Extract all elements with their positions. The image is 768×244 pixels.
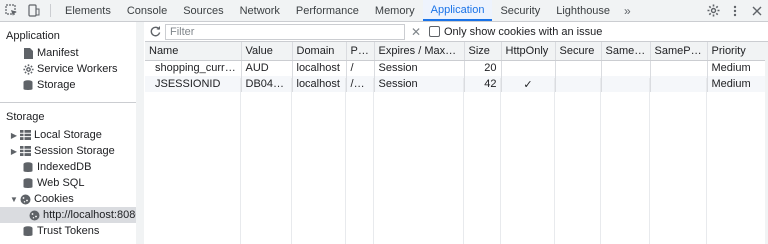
sidebar-item-label: Storage <box>37 79 76 91</box>
column-header-name[interactable]: Name <box>145 42 242 61</box>
cookie-icon <box>28 209 40 221</box>
sidebar-item-label: Local Storage <box>34 129 102 141</box>
column-header-expires[interactable]: Expires / Max-Age <box>374 42 465 61</box>
table-header-row: Name Value Domain Path Expires / Max-Age… <box>145 42 766 61</box>
sidebar-item-storage[interactable]: Storage <box>0 77 143 93</box>
sidebar-item-manifest[interactable]: Manifest <box>0 45 143 61</box>
column-header-httponly[interactable]: HttpOnly <box>501 42 556 61</box>
expand-arrow-icon[interactable]: ▶ <box>9 147 19 156</box>
table-row[interactable]: shopping_currency AUD localhost / Sessio… <box>145 60 766 76</box>
settings-gear-icon[interactable] <box>702 0 724 21</box>
clear-cookies-icon[interactable]: ✕ <box>405 25 427 39</box>
column-header-domain[interactable]: Domain <box>292 42 347 61</box>
sidebar-item-label: Cookies <box>34 193 74 205</box>
database-icon <box>22 225 34 237</box>
cell-domain: localhost <box>292 60 347 76</box>
sidebar-item-session-storage[interactable]: ▶ Session Storage <box>0 143 143 159</box>
inspect-element-icon[interactable] <box>0 0 22 21</box>
sidebar-item-cookies[interactable]: ▼ Cookies <box>0 191 143 207</box>
cell-sameparty <box>650 60 708 76</box>
sidebar-item-indexeddb[interactable]: IndexedDB <box>0 159 143 175</box>
collapse-arrow-icon[interactable]: ▼ <box>9 195 19 204</box>
sidebar-storage-header: Storage <box>6 111 45 123</box>
only-issue-checkbox[interactable] <box>429 26 440 37</box>
more-tabs-chevron-icon[interactable]: » <box>618 0 637 21</box>
sidebar-divider <box>0 102 143 103</box>
sidebar-item-label: IndexedDB <box>37 161 92 173</box>
document-icon <box>22 47 34 59</box>
sidebar-item-label: Trust Tokens <box>37 225 100 237</box>
database-icon <box>22 161 34 173</box>
column-header-samesite[interactable]: SameSite <box>601 42 651 61</box>
close-devtools-icon[interactable] <box>746 0 768 21</box>
toolbar-separator <box>50 4 51 17</box>
tab-memory[interactable]: Memory <box>367 0 423 21</box>
expand-arrow-icon[interactable]: ▶ <box>9 131 19 140</box>
tab-console[interactable]: Console <box>119 0 175 21</box>
column-header-secure[interactable]: Secure <box>555 42 602 61</box>
grid-icon <box>19 145 31 157</box>
sidebar-item-web-sql[interactable]: Web SQL <box>0 175 143 191</box>
sidebar-item-label: Web SQL <box>37 177 85 189</box>
only-issue-label: Only show cookies with an issue <box>444 25 603 38</box>
sidebar-item-label: http://localhost:8080 <box>43 209 142 221</box>
tab-network[interactable]: Network <box>232 0 288 21</box>
cell-httponly <box>501 60 556 76</box>
cookie-icon <box>19 193 31 205</box>
column-header-sameparty[interactable]: SameParty <box>650 42 708 61</box>
cell-size: 20 <box>464 60 502 76</box>
column-header-value[interactable]: Value <box>241 42 293 61</box>
grid-icon <box>19 129 31 141</box>
cookie-filter-input[interactable] <box>165 23 405 40</box>
tab-application[interactable]: Application <box>422 0 493 21</box>
sidebar-item-local-storage[interactable]: ▶ Local Storage <box>0 127 143 143</box>
tab-security[interactable]: Security <box>492 0 548 21</box>
cookies-panel: ✕ Only show cookies with an issue Name V… <box>145 22 768 244</box>
tab-sources[interactable]: Sources <box>175 0 231 21</box>
tab-lighthouse[interactable]: Lighthouse <box>548 0 618 21</box>
cell-secure <box>555 60 602 76</box>
database-icon <box>22 177 34 189</box>
cell-samesite <box>601 60 651 76</box>
tab-performance[interactable]: Performance <box>288 0 367 21</box>
devtools-tabbar: Elements Console Sources Network Perform… <box>0 0 768 22</box>
more-options-icon[interactable] <box>724 0 746 21</box>
column-header-priority[interactable]: Priority <box>707 42 766 61</box>
cell-name: shopping_currency <box>145 60 242 76</box>
device-toolbar-icon[interactable] <box>22 0 44 21</box>
cell-expires: Session <box>374 60 465 76</box>
cell-priority: Medium <box>707 60 766 76</box>
refresh-icon[interactable] <box>145 26 165 37</box>
column-header-size[interactable]: Size <box>464 42 502 61</box>
sidebar-item-trust-tokens[interactable]: Trust Tokens <box>0 223 143 239</box>
empty-table-area <box>145 78 765 244</box>
sidebar-item-service-workers[interactable]: Service Workers <box>0 61 143 77</box>
database-icon <box>22 79 34 91</box>
sidebar-item-label: Service Workers <box>37 63 118 75</box>
application-sidebar: Application Manifest Service Workers Sto… <box>0 22 144 244</box>
sidebar-item-label: Session Storage <box>34 145 115 157</box>
sidebar-item-cookie-origin[interactable]: http://localhost:8080 <box>0 207 143 223</box>
cell-path: / <box>346 60 375 76</box>
cookie-filter-bar: ✕ Only show cookies with an issue <box>145 22 768 42</box>
gear-icon <box>22 63 34 75</box>
tab-elements[interactable]: Elements <box>57 0 119 21</box>
cell-value: AUD <box>241 60 293 76</box>
sidebar-item-label: Manifest <box>37 47 79 59</box>
sidebar-application-header: Application <box>6 30 60 42</box>
column-header-path[interactable]: Path <box>346 42 375 61</box>
sidebar-scrollbar[interactable] <box>136 22 144 244</box>
